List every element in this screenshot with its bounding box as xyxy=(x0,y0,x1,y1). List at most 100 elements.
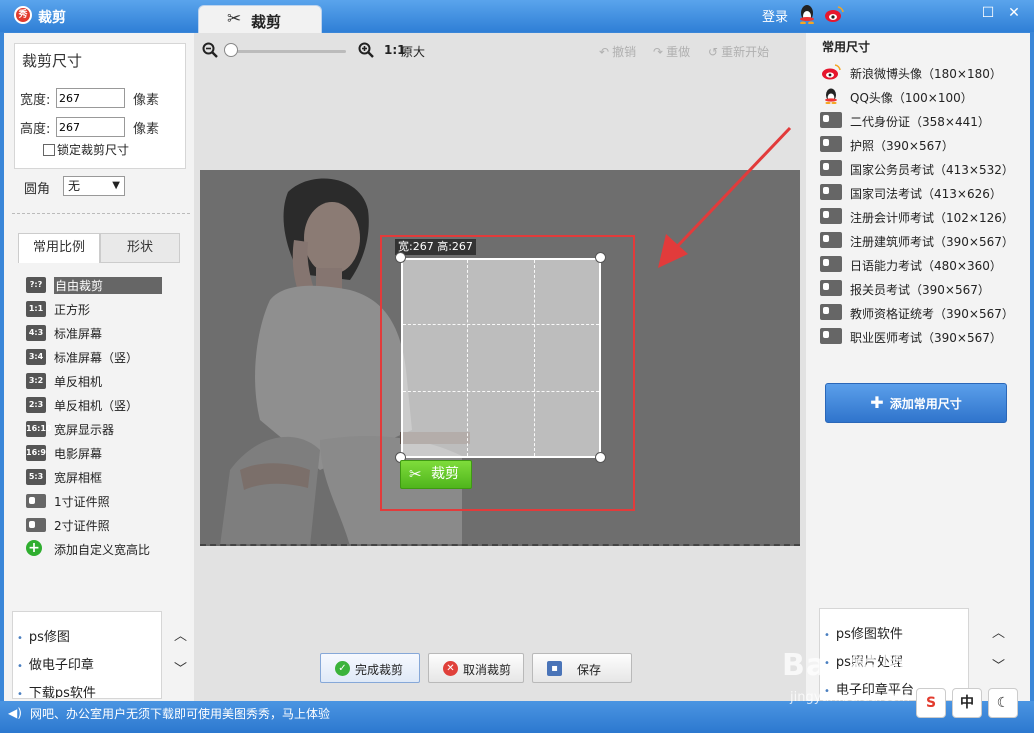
redo-icon: ↷ xyxy=(653,45,664,59)
ratio-item-5-3[interactable]: 5:3 宽屏相框 xyxy=(26,467,166,487)
preset-item[interactable]: 职业医师考试（390×567） xyxy=(820,325,1020,347)
tab-crop[interactable]: ✂ 裁剪 xyxy=(198,5,322,33)
ratio-item-square[interactable]: 1:1 正方形 xyxy=(26,299,166,319)
restart-button[interactable]: ↺ 重新开始 xyxy=(708,43,769,60)
add-custom-ratio[interactable]: + 添加自定义宽高比 xyxy=(26,539,166,559)
weibo-icon[interactable] xyxy=(824,5,844,23)
width-unit: 像素 xyxy=(133,93,160,108)
crop-button[interactable]: ✂ 裁剪 xyxy=(400,460,472,489)
ratio-label: 标准屏幕（竖） xyxy=(54,351,139,365)
sogou-ime-icon[interactable]: S xyxy=(916,688,946,718)
cancel-icon: ✕ xyxy=(443,661,458,676)
preset-label: 二代身份证（358×441） xyxy=(850,115,990,129)
cancel-crop-button[interactable]: ✕ 取消裁剪 xyxy=(428,653,524,683)
redo-button[interactable]: ↷ 重做 xyxy=(653,43,690,60)
login-link[interactable]: 登录 xyxy=(762,6,788,25)
ime-chinese-toggle[interactable]: 中 xyxy=(952,688,982,718)
title-bar: 秀 裁剪 登录 ☐ ✕ xyxy=(0,0,1034,32)
corner-select[interactable]: 无 ▼ xyxy=(63,176,125,196)
preset-item[interactable]: 日语能力考试（480×360） xyxy=(820,253,1020,275)
preset-item[interactable]: 二代身份证（358×441） xyxy=(820,109,1020,131)
add-plus-icon: + xyxy=(26,540,42,556)
left-link-box: ps修图 做电子印章 下载ps软件 xyxy=(12,611,162,699)
app-title: 裁剪 xyxy=(38,10,66,26)
ratio-item-16-9[interactable]: 16:9 电影屏幕 xyxy=(26,443,166,463)
qq-icon[interactable] xyxy=(798,4,816,24)
corner-select-value: 无 xyxy=(68,179,81,193)
preset-label: QQ头像（100×100） xyxy=(850,91,973,105)
presets-title: 常用尺寸 xyxy=(822,40,871,54)
cancel-crop-label: 取消裁剪 xyxy=(463,663,512,677)
preset-label: 日语能力考试（480×360） xyxy=(850,259,1002,273)
maximize-button[interactable]: ☐ xyxy=(980,5,996,21)
height-unit: 像素 xyxy=(133,122,160,137)
scroll-down-icon[interactable]: ﹀ xyxy=(174,658,187,677)
grid-line xyxy=(403,391,599,392)
moon-icon[interactable]: ☾ xyxy=(988,688,1018,718)
zoom-slider-handle[interactable] xyxy=(224,43,238,57)
id-photo-icon xyxy=(820,328,842,344)
tab-shape[interactable]: 形状 xyxy=(100,233,180,263)
ratio-item-2inch-photo[interactable]: 2寸证件照 xyxy=(26,515,166,535)
speaker-icon: ◀) xyxy=(8,706,22,720)
preset-item[interactable]: 国家公务员考试（413×532） xyxy=(820,157,1020,179)
crop-handle-top-right[interactable] xyxy=(595,252,606,263)
status-bar: ◀) 网吧、办公室用户无须下载即可使用美图秀秀，马上体验 xyxy=(0,701,1034,733)
zoom-out-icon[interactable] xyxy=(202,42,218,58)
chevron-down-icon: ▼ xyxy=(112,180,120,191)
preset-item[interactable]: 新浪微博头像（180×180） xyxy=(820,61,1020,83)
ratio-item-free[interactable]: ?:? 自由裁剪 xyxy=(26,275,166,295)
preset-item[interactable]: 护照（390×567） xyxy=(820,133,1020,155)
height-input[interactable] xyxy=(56,117,125,137)
preset-label: 职业医师考试（390×567） xyxy=(850,331,1002,345)
preset-item[interactable]: 国家司法考试（413×626） xyxy=(820,181,1020,203)
ratio-item-16-10[interactable]: 16:10 宽屏显示器 xyxy=(26,419,166,439)
width-label: 宽度: xyxy=(20,93,51,108)
scroll-up-icon[interactable]: ︿ xyxy=(992,622,1005,641)
ratio-item-2-3[interactable]: 2:3 单反相机（竖） xyxy=(26,395,166,415)
id-photo-icon xyxy=(820,160,842,176)
scissors-icon: ✂ xyxy=(409,465,422,483)
id-photo-icon xyxy=(820,184,842,200)
zoom-slider-track[interactable] xyxy=(230,50,346,53)
ratio-badge: 3:4 xyxy=(26,349,46,365)
add-common-size-label: 添加常用尺寸 xyxy=(889,397,962,411)
undo-button[interactable]: ↶ 撤销 xyxy=(599,43,636,60)
ratio-item-3-2[interactable]: 3:2 单反相机 xyxy=(26,371,166,391)
preset-item[interactable]: QQ头像（100×100） xyxy=(820,85,1020,107)
scroll-up-icon[interactable]: ︿ xyxy=(174,625,187,644)
ratio-item-4-3[interactable]: 4:3 标准屏幕 xyxy=(26,323,166,343)
preset-label: 护照（390×567） xyxy=(850,139,954,153)
zoom-in-icon[interactable] xyxy=(358,42,374,58)
ratio-label: 2寸证件照 xyxy=(54,519,110,533)
link-ps-retouch[interactable]: ps修图 xyxy=(17,626,70,645)
ratio-item-1inch-photo[interactable]: 1寸证件照 xyxy=(26,491,166,511)
finish-crop-button[interactable]: ✓ 完成裁剪 xyxy=(320,653,420,683)
original-size-button[interactable]: 原大 xyxy=(401,43,425,60)
crop-selection-box[interactable] xyxy=(401,258,601,458)
save-button[interactable]: ▪ 保存 xyxy=(532,653,632,683)
preset-label: 国家公务员考试（413×532） xyxy=(850,163,1014,177)
preset-item[interactable]: 教师资格证统考（390×567） xyxy=(820,301,1020,323)
lock-size-checkbox[interactable]: 锁定裁剪尺寸 xyxy=(43,141,129,158)
preset-item[interactable]: 报关员考试（390×567） xyxy=(820,277,1020,299)
scroll-down-icon[interactable]: ﹀ xyxy=(992,655,1005,674)
preset-item[interactable]: 注册会计师考试（102×126） xyxy=(820,205,1020,227)
tab-crop-label: 裁剪 xyxy=(251,13,282,31)
width-input[interactable] xyxy=(56,88,125,108)
checkbox-icon xyxy=(43,144,55,156)
close-button[interactable]: ✕ xyxy=(1006,5,1022,21)
ratio-item-3-4[interactable]: 3:4 标准屏幕（竖） xyxy=(26,347,166,367)
ratio-label: 宽屏相框 xyxy=(54,471,103,485)
link-e-seal[interactable]: 做电子印章 xyxy=(17,654,94,673)
link-download-ps[interactable]: 下载ps软件 xyxy=(17,682,96,698)
crop-handle-bottom-right[interactable] xyxy=(595,452,606,463)
preset-item[interactable]: 注册建筑师考试（390×567） xyxy=(820,229,1020,251)
tab-common-ratio[interactable]: 常用比例 xyxy=(18,233,100,263)
save-icon: ▪ xyxy=(547,661,562,676)
ratio-label: 添加自定义宽高比 xyxy=(54,543,151,557)
crop-handle-top-left[interactable] xyxy=(395,252,406,263)
add-common-size-button[interactable]: ✚ 添加常用尺寸 xyxy=(825,383,1007,423)
app-logo-icon: 秀 xyxy=(14,6,32,24)
status-promo-text[interactable]: 网吧、办公室用户无须下载即可使用美图秀秀，马上体验 xyxy=(30,705,330,722)
